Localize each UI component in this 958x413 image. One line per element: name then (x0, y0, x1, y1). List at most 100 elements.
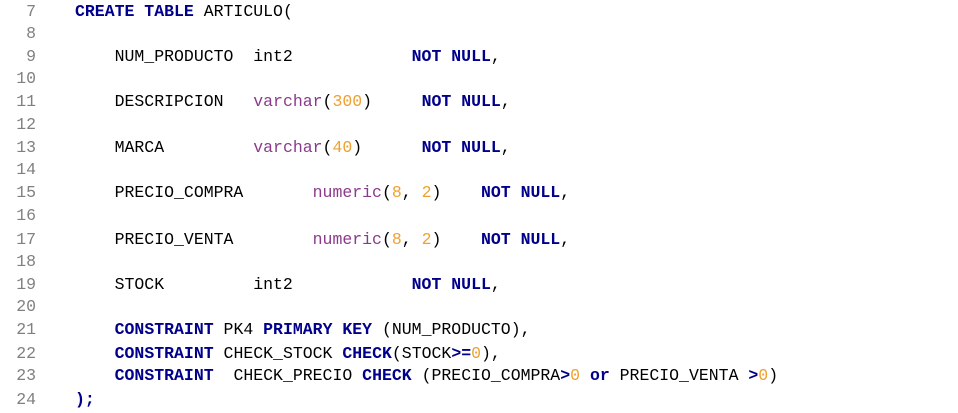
keyword-token: CONSTRAINT (114, 344, 214, 363)
keyword-token: NOT NULL (481, 183, 561, 202)
keyword-token: NOT NULL (421, 92, 501, 111)
code-line[interactable]: 11 DESCRIPCION varchar(300) NOT NULL, (0, 92, 511, 112)
keyword-token: PRIMARY KEY (263, 320, 373, 339)
text-token: ) (768, 366, 779, 385)
number-token: 0 (758, 366, 769, 385)
text-token: PK4 (213, 320, 264, 339)
code-line[interactable]: 21 CONSTRAINT PK4 PRIMARY KEY (NUM_PRODU… (0, 320, 530, 340)
code-line[interactable]: 22 CONSTRAINT CHECK_STOCK CHECK(STOCK>=0… (0, 344, 501, 364)
keyword-token: CHECK (362, 366, 412, 385)
keyword-token: NOT NULL (421, 138, 501, 157)
number-token: 0 (570, 366, 581, 385)
line-number: 15 (16, 183, 36, 202)
text-token: PRECIO_VENTA (75, 230, 313, 249)
keyword-token: CHECK (342, 344, 392, 363)
type-token: numeric (312, 230, 382, 249)
text-token: , (490, 47, 501, 66)
type-token: numeric (312, 183, 382, 202)
code-text: PRECIO_VENTA numeric(8, 2) NOT NULL, (75, 230, 571, 250)
code-line[interactable]: 7 CREATE TABLE ARTICULO( (0, 2, 293, 22)
text-token: ), (481, 344, 501, 363)
code-line[interactable]: 20 (0, 297, 36, 317)
code-line[interactable]: 15 PRECIO_COMPRA numeric(8, 2) NOT NULL, (0, 183, 570, 203)
keyword-token: > (560, 366, 571, 385)
keyword-token: or (589, 366, 610, 385)
line-number: 18 (16, 252, 36, 271)
code-line[interactable]: 10 (0, 69, 36, 89)
code-line[interactable]: 12 (0, 115, 36, 135)
code-line[interactable]: 24); (0, 390, 95, 410)
keyword-token: > (748, 366, 759, 385)
keyword-token: NOT NULL (411, 275, 491, 294)
line-number: 20 (16, 297, 36, 316)
number-token: 300 (332, 92, 363, 111)
line-number: 10 (16, 69, 36, 88)
number-token: 0 (471, 344, 482, 363)
number-token: 2 (421, 183, 432, 202)
code-line[interactable]: 19 STOCK int2 NOT NULL, (0, 275, 501, 295)
code-line[interactable]: 14 (0, 160, 36, 180)
text-token: ) (431, 183, 481, 202)
code-editor[interactable]: 7 CREATE TABLE ARTICULO( 8 9 NUM_PRODUCTO i… (0, 0, 958, 413)
code-text: CONSTRAINT CHECK_PRECIO CHECK (PRECIO_CO… (75, 366, 778, 386)
keyword-token: CONSTRAINT (114, 320, 214, 339)
type-token: varchar (253, 92, 323, 111)
line-number: 7 (26, 2, 36, 21)
text-token: STOCK int2 (75, 275, 412, 294)
code-line[interactable]: 9 NUM_PRODUCTO int2 NOT NULL, (0, 47, 501, 67)
line-number: 21 (16, 320, 36, 339)
code-line[interactable]: 23 CONSTRAINT CHECK_PRECIO CHECK (PRECIO… (0, 366, 778, 386)
line-number: 13 (16, 138, 36, 157)
code-text: NUM_PRODUCTO int2 NOT NULL, (75, 47, 501, 67)
keyword-token: CREATE TABLE (75, 2, 194, 21)
text-token: , (500, 138, 511, 157)
text-token: ) (431, 230, 481, 249)
text-token: ARTICULO( (193, 2, 293, 21)
keyword-token: CONSTRAINT (114, 366, 214, 385)
text-token: DESCRIPCION (75, 92, 254, 111)
line-number: 16 (16, 206, 36, 225)
keyword-token: NOT NULL (411, 47, 491, 66)
code-line[interactable]: 16 (0, 206, 36, 226)
text-token: , (490, 275, 501, 294)
code-line[interactable]: 17 PRECIO_VENTA numeric(8, 2) NOT NULL, (0, 230, 570, 250)
line-number: 12 (16, 115, 36, 134)
line-number: 8 (26, 24, 36, 43)
text-token: ) (362, 92, 422, 111)
line-number: 19 (16, 275, 36, 294)
code-text: STOCK int2 NOT NULL, (75, 275, 501, 295)
line-number: 9 (26, 47, 36, 66)
text-token: CHECK_STOCK (213, 344, 343, 363)
type-token: varchar (253, 138, 323, 157)
line-number: 11 (16, 92, 36, 111)
text-token: MARCA (75, 138, 254, 157)
text-token: ( (381, 183, 392, 202)
code-line[interactable]: 8 (0, 24, 36, 44)
line-number: 22 (16, 344, 36, 363)
text-token: , (401, 183, 422, 202)
text-token: (PRECIO_COMPRA (411, 366, 561, 385)
line-number: 23 (16, 366, 36, 385)
number-token: 2 (421, 230, 432, 249)
text-token: (NUM_PRODUCTO), (372, 320, 531, 339)
line-number: 17 (16, 230, 36, 249)
number-token: 8 (391, 230, 402, 249)
code-line[interactable]: 13 MARCA varchar(40) NOT NULL, (0, 138, 511, 158)
code-text: PRECIO_COMPRA numeric(8, 2) NOT NULL, (75, 183, 571, 203)
text-token: ) (352, 138, 422, 157)
number-token: 40 (332, 138, 353, 157)
text-token: CHECK_PRECIO (213, 366, 363, 385)
keyword-token: ); (75, 390, 95, 409)
code-line[interactable]: 18 (0, 252, 36, 272)
text-token: PRECIO_COMPRA (75, 183, 313, 202)
text-token: , (560, 183, 571, 202)
code-text: DESCRIPCION varchar(300) NOT NULL, (75, 92, 511, 112)
text-token: ( (322, 92, 333, 111)
keyword-token: NOT NULL (481, 230, 561, 249)
text-token: (STOCK (391, 344, 452, 363)
code-text: CREATE TABLE ARTICULO( (75, 2, 293, 22)
